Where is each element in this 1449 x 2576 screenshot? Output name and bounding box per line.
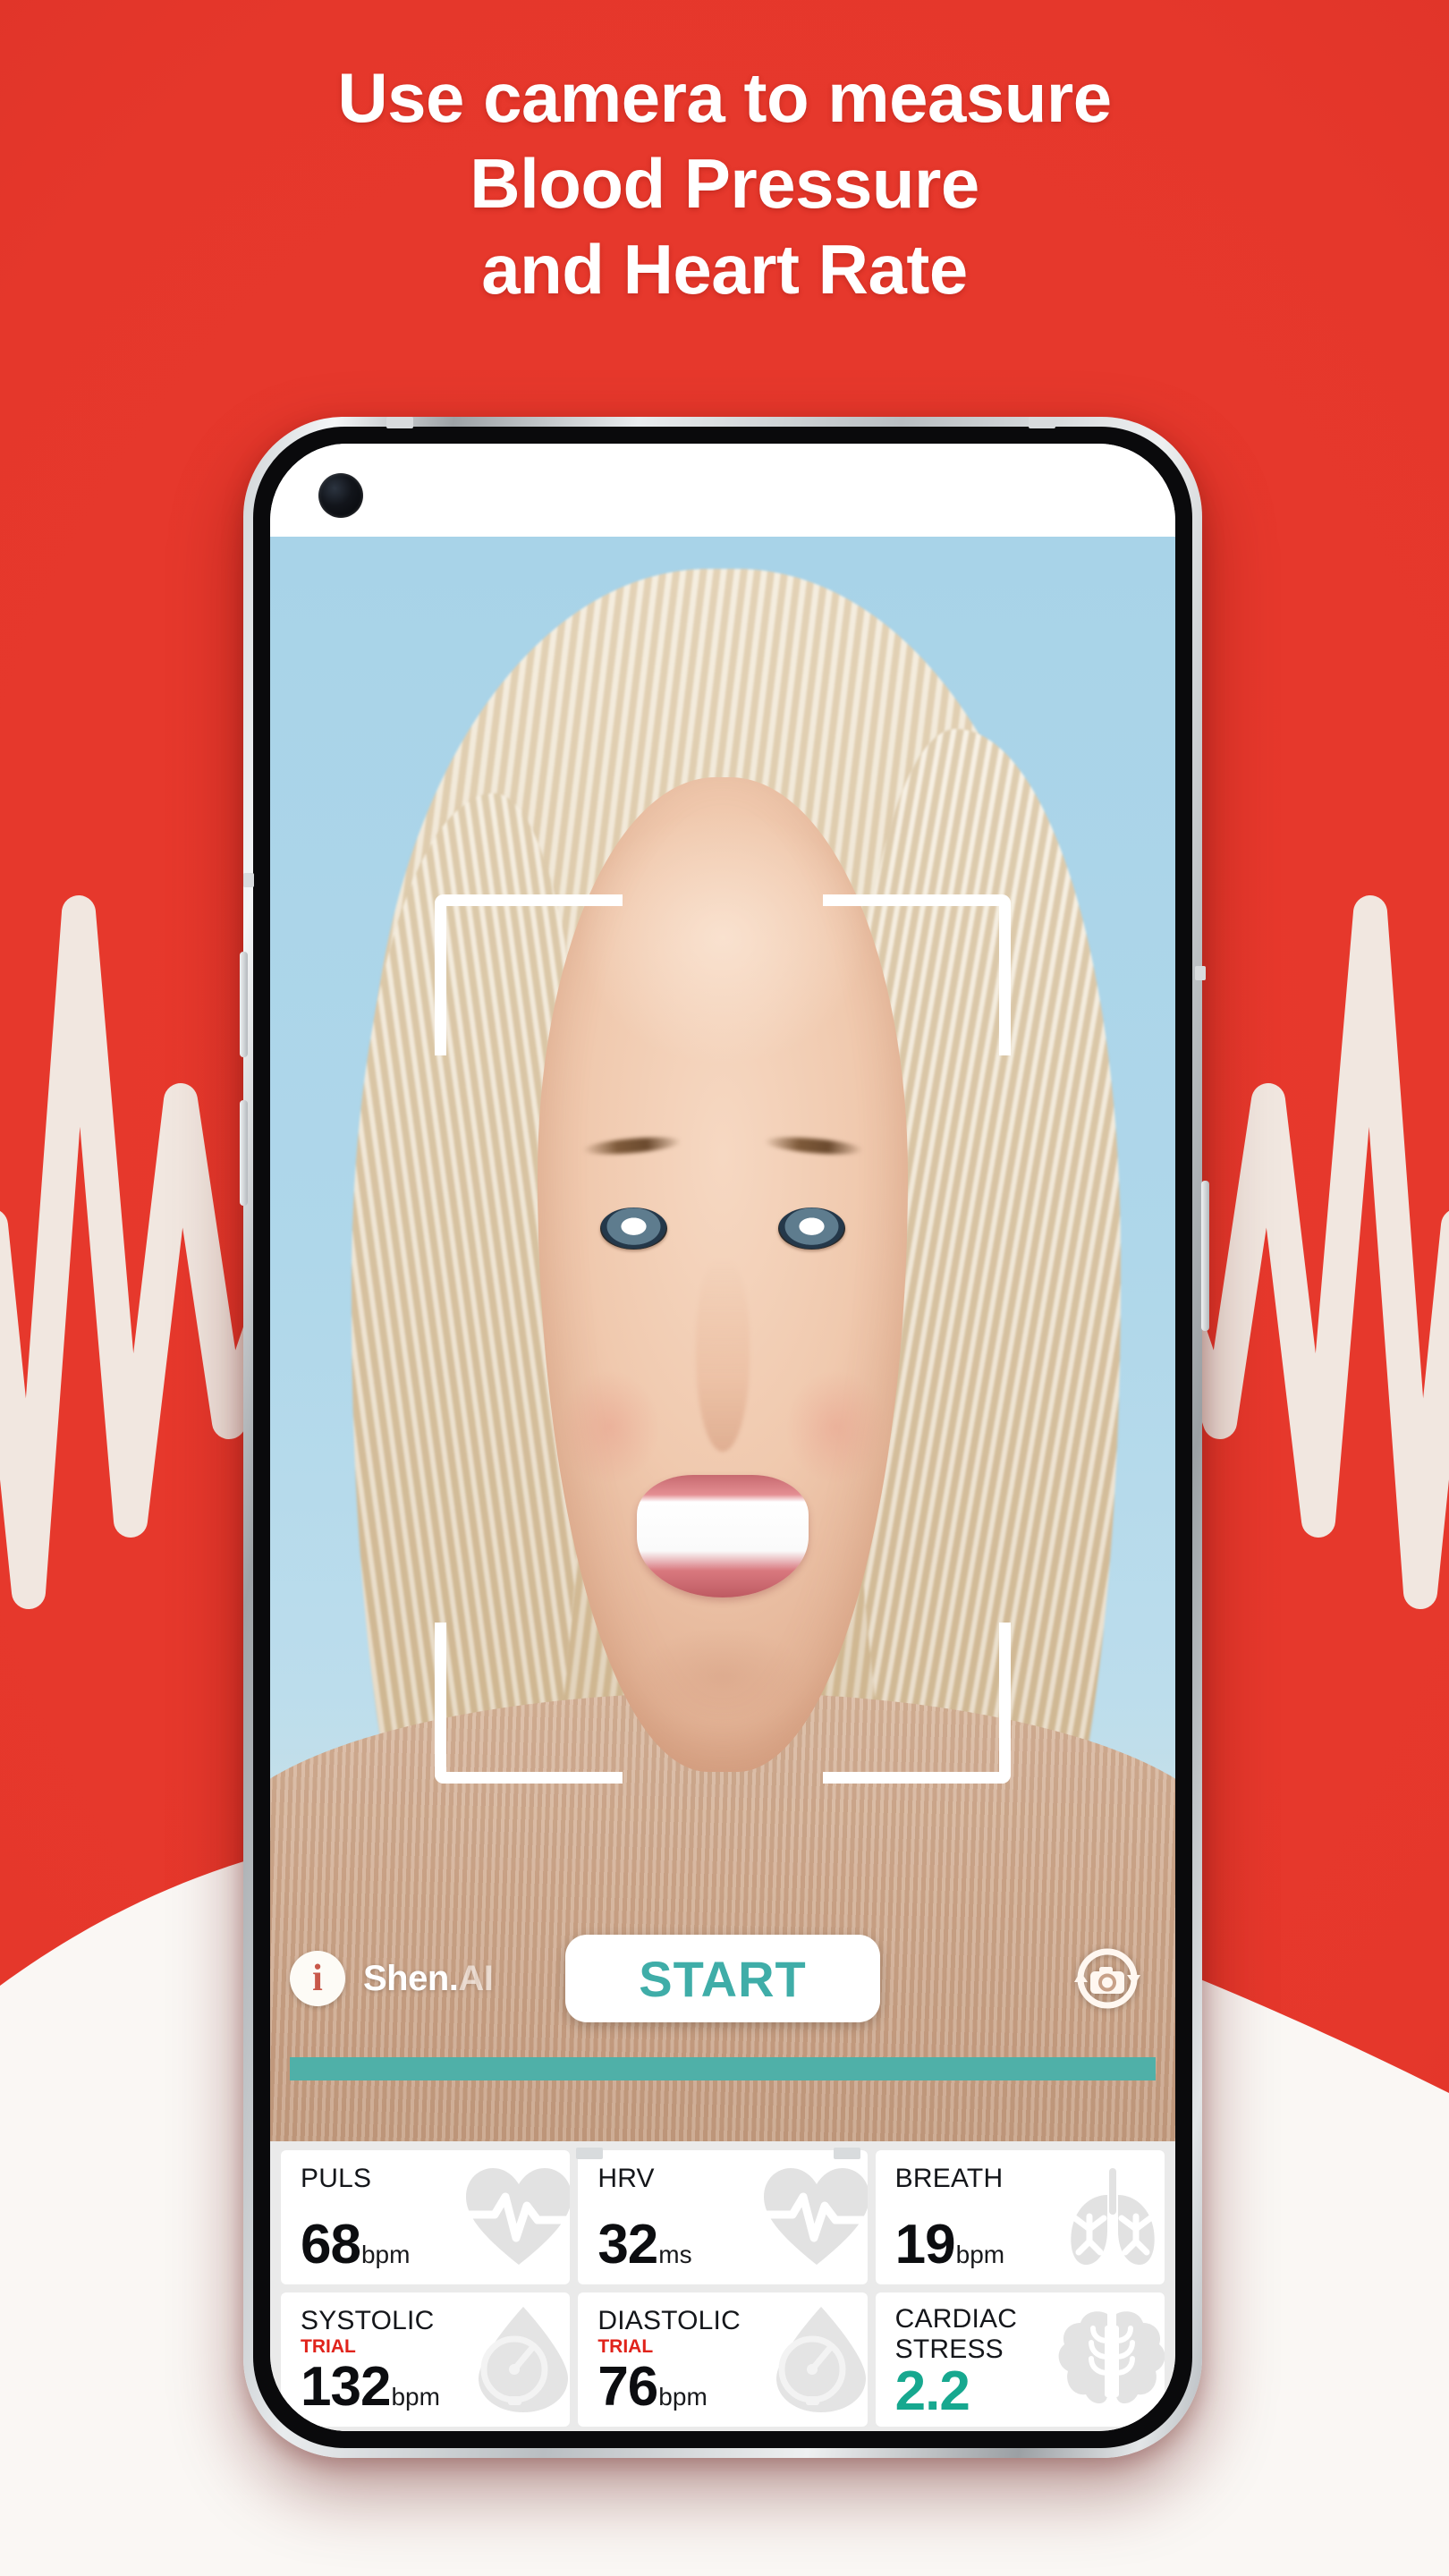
metric-value-group: 19 bpm: [894, 2213, 1005, 2275]
metric-card-systolic[interactable]: SYSTOLIC TRIAL 132 bpm: [281, 2292, 571, 2427]
phone-bezel: i Shen.AI START PULS 68 bpm HRV 32 ms BR…: [253, 427, 1192, 2448]
metric-unit: bpm: [658, 2382, 708, 2411]
metric-card-diastolic[interactable]: DIASTOLIC TRIAL 76 bpm: [578, 2292, 868, 2427]
status-bar: [270, 444, 1175, 537]
trial-badge: TRIAL: [301, 2335, 356, 2357]
metric-unit: ms: [658, 2240, 692, 2268]
phone-screen: i Shen.AI START PULS 68 bpm HRV 32 ms BR…: [270, 444, 1175, 2431]
metric-value: 32: [597, 2213, 658, 2275]
page-title: Use camera to measure Blood Pressure and…: [0, 55, 1449, 313]
start-button-label: START: [639, 1950, 807, 2007]
metric-value: 68: [301, 2213, 361, 2275]
metrics-row-top: PULS 68 bpm HRV 32 ms BREATH 19 bpm: [275, 2150, 1170, 2284]
metric-value: 76: [597, 2355, 658, 2418]
bracket-top-left: [435, 894, 623, 1055]
ecg-waveform-right: [1181, 895, 1449, 1609]
metric-label: SYSTOLIC: [301, 2306, 435, 2335]
metric-unit: bpm: [360, 2240, 411, 2268]
metric-value-group: 32 ms: [597, 2213, 692, 2275]
metric-value: 19: [894, 2213, 956, 2275]
switch-camera-icon: [1074, 1948, 1140, 2009]
antenna-band: [1195, 966, 1206, 980]
metric-card-puls[interactable]: PULS 68 bpm: [281, 2150, 571, 2284]
antenna-band: [576, 2148, 603, 2159]
metric-value-group: 2.2: [894, 2360, 970, 2422]
antenna-band: [386, 417, 413, 428]
measurement-progress-bar: [290, 2057, 1156, 2080]
metric-label: BREATH: [894, 2164, 1004, 2193]
bracket-bottom-left: [435, 1623, 623, 1784]
metric-value-group: 132 bpm: [301, 2355, 440, 2418]
camera-controls: i Shen.AI START: [270, 1925, 1175, 2032]
metric-label: DIASTOLIC: [597, 2306, 741, 2335]
switch-camera-button[interactable]: [1066, 1937, 1148, 2020]
metric-unit: bpm: [955, 2240, 1005, 2268]
antenna-band: [243, 873, 254, 887]
info-icon: i: [312, 1958, 323, 1999]
antenna-band: [1029, 417, 1055, 428]
start-button[interactable]: START: [565, 1935, 880, 2022]
headline-line-1: Use camera to measure: [337, 58, 1112, 137]
brand-suffix: AI: [458, 1958, 494, 1998]
front-camera-icon: [318, 473, 363, 518]
metric-card-hrv[interactable]: HRV 32 ms: [578, 2150, 868, 2284]
metric-label: CARDIAC STRESS: [894, 2304, 1018, 2364]
metric-value-group: 68 bpm: [301, 2213, 411, 2275]
metrics-row-bottom: SYSTOLIC TRIAL 132 bpm DIASTOLIC TRIAL 7…: [275, 2292, 1170, 2427]
metrics-panel: PULS 68 bpm HRV 32 ms BREATH 19 bpm SYST…: [270, 2141, 1175, 2431]
face-tracking-brackets: [270, 537, 1175, 2141]
camera-viewport: i Shen.AI START: [270, 537, 1175, 2141]
antenna-band: [834, 2148, 860, 2159]
bracket-top-right: [823, 894, 1011, 1055]
phone-mockup: i Shen.AI START PULS 68 bpm HRV 32 ms BR…: [243, 417, 1202, 2458]
brand-watermark: Shen.AI: [363, 1958, 494, 1999]
bracket-bottom-right: [823, 1623, 1011, 1784]
metric-label: PULS: [301, 2164, 372, 2193]
headline-line-2: Blood Pressure: [470, 143, 979, 223]
metric-value: 2.2: [894, 2360, 970, 2422]
metric-card-breath[interactable]: BREATH 19 bpm: [875, 2150, 1165, 2284]
metric-unit: bpm: [391, 2382, 440, 2411]
power-button[interactable]: [1201, 1181, 1209, 1331]
brand-name: Shen.: [363, 1958, 459, 1998]
metric-value: 132: [301, 2355, 391, 2418]
volume-up-button[interactable]: [240, 952, 248, 1057]
volume-down-button[interactable]: [240, 1100, 248, 1206]
metric-label: HRV: [597, 2164, 655, 2193]
info-button[interactable]: i: [290, 1951, 345, 2006]
ecg-waveform-left: [0, 895, 268, 1609]
metric-value-group: 76 bpm: [597, 2355, 708, 2418]
metric-card-cardiac-stress[interactable]: CARDIAC STRESS 2.2: [875, 2292, 1165, 2427]
headline-line-3: and Heart Rate: [481, 229, 968, 309]
trial-badge: TRIAL: [597, 2335, 654, 2357]
